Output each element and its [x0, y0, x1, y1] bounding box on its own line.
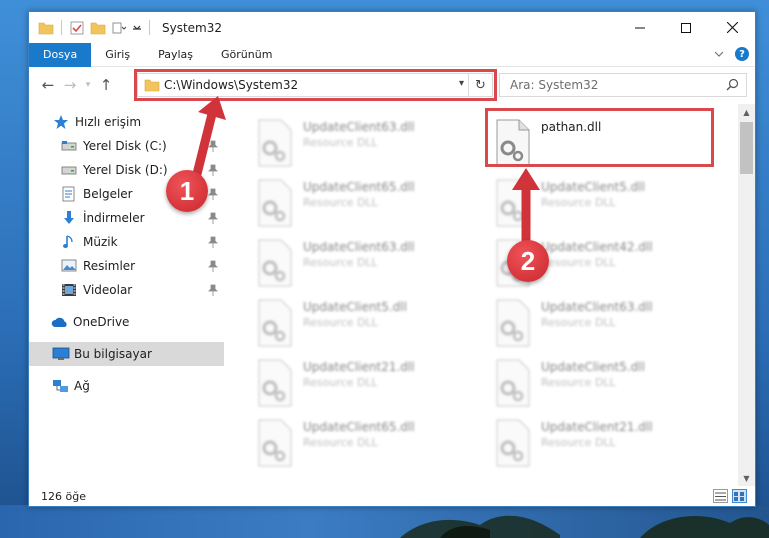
callout-one: 1	[166, 170, 208, 212]
arrow-two-head	[512, 168, 540, 190]
annotation-arrows	[191, 96, 540, 249]
arrow-one-shaft	[191, 105, 218, 183]
callout-two: 2	[507, 240, 549, 282]
